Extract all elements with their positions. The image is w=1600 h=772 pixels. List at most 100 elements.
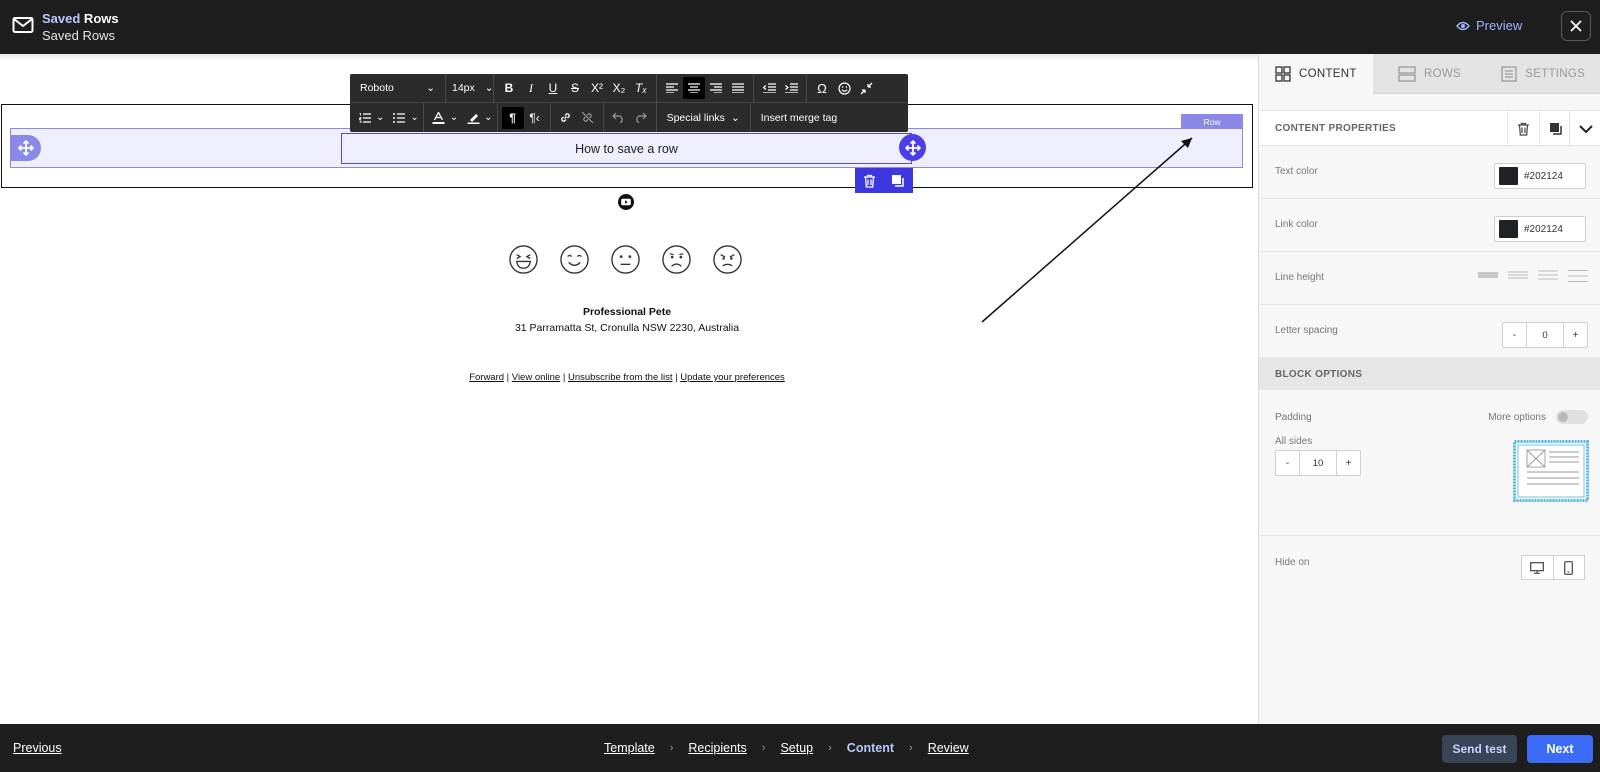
hide-on-devices [1521,555,1585,580]
close-button[interactable] [1561,11,1591,41]
text-color-field[interactable]: #202124 [1494,163,1586,189]
rtl-icon[interactable]: ¶‹ [524,107,546,129]
redo-icon[interactable] [630,107,652,129]
chevron-down-icon: ⌄ [426,82,435,94]
line-height-loose-icon[interactable] [1568,270,1588,282]
text-color-icon[interactable] [428,107,450,129]
align-center-icon[interactable] [683,77,705,99]
letter-spacing-increase-button[interactable]: + [1564,323,1587,347]
delete-block-button[interactable] [1507,111,1539,147]
step-setup[interactable]: Setup [780,741,813,755]
strikethrough-icon[interactable]: S [564,77,586,99]
chevron-down-icon[interactable]: ⌄ [376,112,384,123]
letter-spacing-decrease-button[interactable]: - [1503,323,1526,347]
ltr-icon[interactable]: ¶ [501,106,524,129]
special-links-select[interactable]: Special links ⌄ [657,103,751,132]
mobile-icon[interactable] [1552,556,1585,579]
duplicate-block-button[interactable] [1539,111,1571,147]
numbered-list-icon[interactable] [354,107,376,129]
undo-icon[interactable] [608,107,630,129]
special-char-icon[interactable]: Ω [811,77,833,99]
link-color-swatch[interactable] [1499,220,1518,238]
laughing-face-icon[interactable] [508,244,539,275]
block-drag-handle[interactable] [899,134,926,161]
collapse-icon[interactable] [855,77,877,99]
duplicate-icon[interactable] [891,174,905,188]
padding-decrease-button[interactable]: - [1276,451,1299,475]
subscript-icon[interactable]: X₂ [608,77,630,99]
content-properties-header: CONTENT PROPERTIES [1259,110,1600,147]
chevron-down-icon[interactable]: ⌄ [450,112,458,123]
trash-icon[interactable] [863,174,876,188]
collapse-panel-button[interactable] [1569,111,1600,147]
view-online-link[interactable]: View online [512,372,560,383]
indent-icon[interactable] [780,77,802,99]
padding-value[interactable]: 10 [1299,451,1337,475]
tab-rows[interactable]: ROWS [1372,54,1487,94]
toolbar-row-2: ⌄ ⌄ ⌄ ⌄ ¶ ¶‹ Special links ⌄ Insert merg… [350,103,908,132]
row-drag-handle[interactable] [10,135,41,161]
line-height-tight-icon[interactable] [1478,270,1498,280]
row-tag[interactable]: Row [1181,114,1243,129]
padding-increase-button[interactable]: + [1337,451,1360,475]
align-left-icon[interactable] [661,77,683,99]
tab-content[interactable]: CONTENT [1259,54,1373,94]
line-height-normal-icon[interactable] [1508,270,1528,280]
outdent-icon[interactable] [758,77,780,99]
align-right-icon[interactable] [705,77,727,99]
merge-tag-button[interactable]: Insert merge tag [751,103,847,132]
underline-icon[interactable]: U [542,77,564,99]
bullet-list-icon[interactable] [388,107,410,129]
text-block[interactable]: How to save a row [341,133,912,164]
block-actions [855,168,913,193]
more-options-toggle[interactable] [1556,410,1588,424]
step-template[interactable]: Template [604,741,655,755]
chevron-down-icon[interactable]: ⌄ [484,112,492,123]
emoji-icon[interactable] [833,77,855,99]
desktop-icon[interactable] [1522,556,1553,579]
link-icon[interactable] [555,107,577,129]
align-justify-icon[interactable] [727,77,749,99]
chevron-down-icon: ⌄ [730,111,740,124]
toolbar-row-1: Roboto ⌄ 14px ⌄ B I U S X² X₂ Tₓ Ω [350,74,908,103]
letter-spacing-value[interactable]: 0 [1526,323,1564,347]
chevron-right-icon: › [761,742,766,754]
step-review[interactable]: Review [928,741,969,755]
preview-button[interactable]: Preview [1456,18,1522,33]
top-bar: Saved Rows Saved Rows Preview [0,0,1600,54]
tab-settings[interactable]: SETTINGS [1486,54,1600,94]
text-color-swatch[interactable] [1499,167,1518,185]
smiling-face-icon[interactable] [559,244,590,275]
bold-icon[interactable]: B [498,77,520,99]
unlink-icon[interactable] [577,107,599,129]
font-size-select[interactable]: 14px ⌄ [446,74,494,102]
link-color-field[interactable]: #202124 [1494,216,1586,242]
line-height-relaxed-icon[interactable] [1538,270,1558,280]
clear-format-icon[interactable]: Tₓ [630,77,652,99]
highlight-icon[interactable] [462,107,484,129]
eye-icon [1456,21,1470,30]
email-footer-links: Forward | View online | Unsubscribe from… [469,372,785,383]
forward-link[interactable]: Forward [469,372,504,383]
text-toolbar: Roboto ⌄ 14px ⌄ B I U S X² X₂ Tₓ Ω ⌄ ⌄ ⌄… [350,74,908,132]
move-icon [904,139,921,156]
preferences-link[interactable]: Update your preferences [680,372,785,383]
history-group [604,103,657,132]
next-button[interactable]: Next [1527,735,1593,763]
indent-group [754,74,807,102]
step-recipients[interactable]: Recipients [688,741,746,755]
chevron-down-icon[interactable]: ⌄ [410,112,418,123]
unsubscribe-link[interactable]: Unsubscribe from the list [568,372,673,383]
align-group [657,74,754,102]
send-test-button[interactable]: Send test [1442,735,1517,763]
font-family-select[interactable]: Roboto ⌄ [350,74,446,102]
italic-icon[interactable]: I [520,77,542,99]
angry-face-icon[interactable] [712,244,743,275]
list-group: ⌄ ⌄ [350,103,424,132]
neutral-face-icon[interactable] [610,244,641,275]
sad-face-icon[interactable] [661,244,692,275]
step-content[interactable]: Content [847,741,894,755]
superscript-icon[interactable]: X² [586,77,608,99]
previous-link[interactable]: Previous [13,741,62,755]
youtube-icon[interactable] [617,194,635,210]
